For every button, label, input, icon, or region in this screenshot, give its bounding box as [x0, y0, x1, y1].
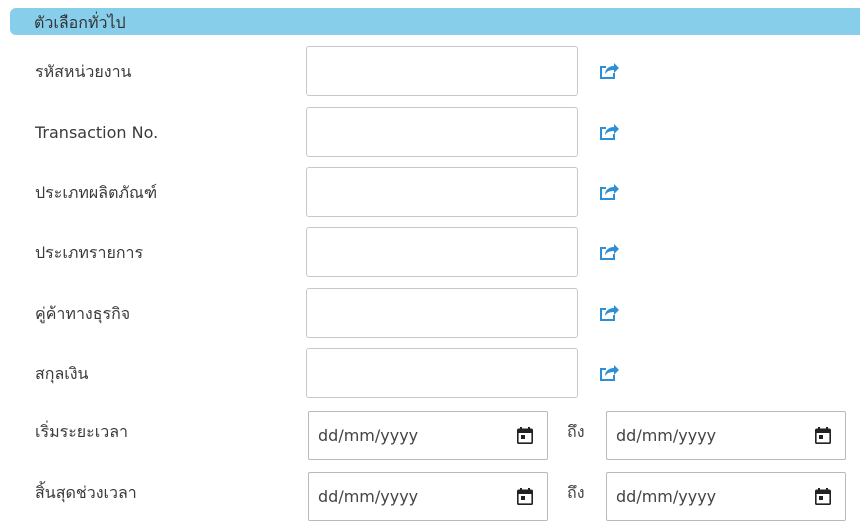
- transaction-type-label: ประเภทรายการ: [35, 243, 144, 262]
- share-square-icon[interactable]: [597, 242, 619, 262]
- share-square-icon[interactable]: [597, 303, 619, 323]
- currency-input[interactable]: [306, 348, 578, 398]
- unit-code-input[interactable]: [306, 46, 578, 96]
- product-type-input[interactable]: [306, 167, 578, 217]
- field-row-transaction-type: ประเภทรายการ: [0, 226, 860, 280]
- field-row-transaction-no: Transaction No.: [0, 106, 860, 160]
- transaction-no-input[interactable]: [306, 107, 578, 157]
- calendar-icon[interactable]: [517, 488, 533, 505]
- to-label: ถึง: [567, 483, 585, 502]
- business-partner-input[interactable]: [306, 288, 578, 338]
- share-square-icon[interactable]: [597, 61, 619, 81]
- date-row-end: สิ้นสุดช่วงเวลา dd/mm/yyyy ถึง dd/mm/yyy…: [0, 466, 860, 521]
- currency-label: สกุลเงิน: [35, 364, 89, 383]
- date-placeholder: dd/mm/yyyy: [318, 487, 419, 506]
- field-row-business-partner: คู่ค้าทางธุรกิจ: [0, 287, 860, 341]
- section-header: ตัวเลือกทั่วไป: [10, 8, 860, 35]
- calendar-icon[interactable]: [517, 427, 533, 444]
- start-from-date-input[interactable]: dd/mm/yyyy: [308, 411, 548, 460]
- share-square-icon[interactable]: [597, 122, 619, 142]
- end-period-label: สิ้นสุดช่วงเวลา: [35, 483, 137, 502]
- share-square-icon[interactable]: [597, 182, 619, 202]
- date-row-start: เริ่มระยะเวลา dd/mm/yyyy ถึง dd/mm/yyyy: [0, 405, 860, 460]
- start-to-date-input[interactable]: dd/mm/yyyy: [606, 411, 846, 460]
- product-type-label: ประเภทผลิตภัณฑ์: [35, 183, 158, 202]
- end-from-date-input[interactable]: dd/mm/yyyy: [308, 472, 548, 521]
- date-placeholder: dd/mm/yyyy: [616, 487, 717, 506]
- transaction-no-label: Transaction No.: [35, 123, 159, 142]
- unit-code-label: รหัสหน่วยงาน: [35, 62, 132, 81]
- date-placeholder: dd/mm/yyyy: [616, 426, 717, 445]
- calendar-icon[interactable]: [815, 488, 831, 505]
- share-square-icon[interactable]: [597, 363, 619, 383]
- start-period-label: เริ่มระยะเวลา: [35, 422, 129, 441]
- date-placeholder: dd/mm/yyyy: [318, 426, 419, 445]
- field-row-unit-code: รหัสหน่วยงาน: [0, 45, 860, 99]
- section-title: ตัวเลือกทั่วไป: [34, 13, 126, 32]
- business-partner-label: คู่ค้าทางธุรกิจ: [35, 304, 131, 323]
- to-label: ถึง: [567, 422, 585, 441]
- calendar-icon[interactable]: [815, 427, 831, 444]
- end-to-date-input[interactable]: dd/mm/yyyy: [606, 472, 846, 521]
- field-row-product-type: ประเภทผลิตภัณฑ์: [0, 166, 860, 220]
- field-row-currency: สกุลเงิน: [0, 347, 860, 401]
- transaction-type-input[interactable]: [306, 227, 578, 277]
